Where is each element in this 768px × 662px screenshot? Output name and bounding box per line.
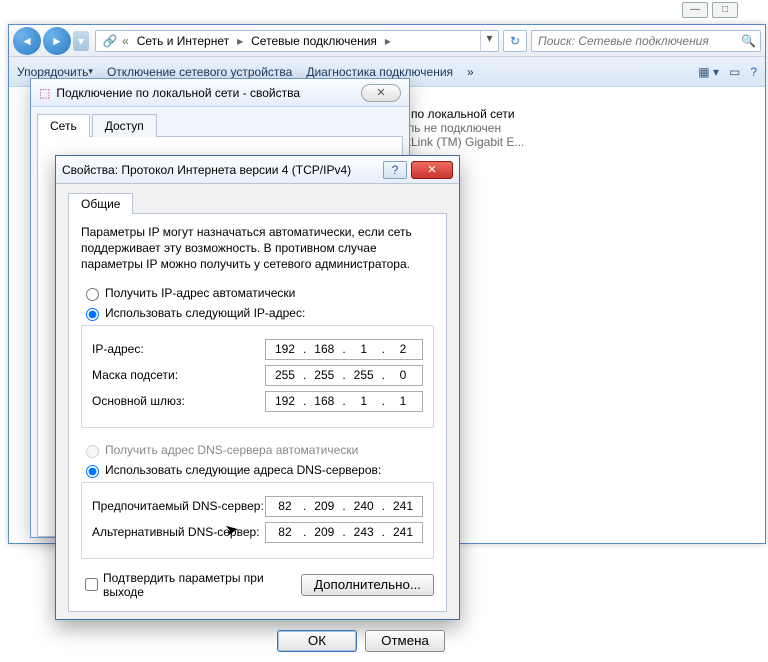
ip-b[interactable] [307, 341, 341, 357]
crumb-1[interactable]: Сеть и Интернет [131, 34, 235, 48]
gw-b[interactable] [307, 393, 341, 409]
crumb-sep-icon: « [120, 34, 131, 48]
connection-name: е по локальной сети [401, 107, 753, 121]
maximize-button[interactable]: □ [712, 2, 738, 18]
gw-d[interactable] [386, 393, 420, 409]
label-dns2: Альтернативный DNS-сервер: [92, 525, 265, 539]
gw-a[interactable] [268, 393, 302, 409]
diagnostics-button[interactable]: Диагностика подключения [306, 65, 453, 79]
properties-icon: ⬚ [39, 86, 50, 100]
breadcrumb-dropdown-icon[interactable]: ▾ [480, 31, 498, 51]
label-gateway: Основной шлюз: [92, 394, 265, 408]
ip-address-field[interactable]: . . . [265, 339, 423, 360]
view-icons-button[interactable]: ▦ ▾ [698, 65, 719, 79]
tab-network[interactable]: Сеть [37, 114, 90, 137]
ipv4-properties-dialog: Свойства: Протокол Интернета версии 4 (T… [55, 155, 460, 620]
help-button[interactable]: ? [750, 65, 757, 79]
radio-dns-auto-label: Получить адрес DNS-сервера автоматически [105, 443, 358, 457]
search-icon: 🔍 [741, 34, 756, 48]
disable-device-button[interactable]: Отключение сетевого устройства [107, 65, 292, 79]
mask-b[interactable] [307, 367, 341, 383]
refresh-button[interactable]: ↻ [503, 30, 527, 52]
ok-button[interactable]: ОК [277, 630, 357, 652]
radio-ip-auto[interactable] [86, 288, 99, 301]
connection-item[interactable]: е по локальной сети ель не подключен etL… [401, 103, 753, 153]
ip-c[interactable] [347, 341, 381, 357]
search-box[interactable]: 🔍 [531, 30, 761, 52]
search-input[interactable] [536, 33, 741, 49]
dns1-b[interactable] [307, 498, 341, 514]
validate-label: Подтвердить параметры при выходе [103, 571, 301, 599]
dns2-c[interactable] [347, 524, 381, 540]
nav-back-button[interactable]: ◄ [13, 27, 41, 55]
dns1-d[interactable] [386, 498, 420, 514]
chevron-right-icon: ▸ [383, 34, 393, 48]
mask-c[interactable] [347, 367, 381, 383]
connection-status: ель не подключен [401, 121, 753, 135]
subnet-mask-field[interactable]: . . . [265, 365, 423, 386]
radio-ip-manual-label: Использовать следующий IP-адрес: [105, 306, 305, 320]
help-button[interactable]: ? [383, 161, 407, 179]
tab-general[interactable]: Общие [68, 193, 133, 214]
label-mask: Маска подсети: [92, 368, 265, 382]
dns2-b[interactable] [307, 524, 341, 540]
ip-d[interactable] [386, 341, 420, 357]
tab-access[interactable]: Доступ [92, 114, 157, 137]
gateway-field[interactable]: . . . [265, 391, 423, 412]
breadcrumb[interactable]: 🔗 « Сеть и Интернет ▸ Сетевые подключени… [95, 30, 499, 52]
dns2-a[interactable] [268, 524, 302, 540]
preferred-dns-field[interactable]: . . . [265, 496, 423, 517]
network-icon: 🔗 [100, 34, 120, 48]
dns1-a[interactable] [268, 498, 302, 514]
dialog-title: Свойства: Протокол Интернета версии 4 (T… [62, 163, 383, 177]
connection-device: etLink (TM) Gigabit E... [401, 135, 753, 149]
preview-pane-button[interactable]: ▭ [729, 65, 740, 79]
label-ip: IP-адрес: [92, 342, 265, 356]
ip-description: Параметры IP могут назначаться автоматич… [81, 224, 434, 273]
toolbar-overflow[interactable]: » [467, 65, 474, 79]
radio-dns-manual[interactable] [86, 465, 99, 478]
organize-menu[interactable]: Упорядочить [17, 65, 93, 79]
close-button[interactable]: ✕ [411, 161, 453, 179]
crumb-2[interactable]: Сетевые подключения [245, 34, 383, 48]
properties-title: Подключение по локальной сети - свойства [56, 86, 300, 100]
radio-dns-auto [86, 445, 99, 458]
mask-a[interactable] [268, 367, 302, 383]
label-dns1: Предпочитаемый DNS-сервер: [92, 499, 265, 513]
address-bar: ◄ ► ▾ 🔗 « Сеть и Интернет ▸ Сетевые подк… [9, 25, 765, 57]
radio-ip-auto-label: Получить IP-адрес автоматически [105, 286, 295, 300]
nav-forward-button[interactable]: ► [43, 27, 71, 55]
radio-ip-manual[interactable] [86, 308, 99, 321]
ip-a[interactable] [268, 341, 302, 357]
radio-dns-manual-label: Использовать следующие адреса DNS-сервер… [105, 463, 381, 477]
gw-c[interactable] [347, 393, 381, 409]
dns2-d[interactable] [386, 524, 420, 540]
dns1-c[interactable] [347, 498, 381, 514]
validate-checkbox[interactable] [85, 578, 98, 591]
mask-d[interactable] [386, 367, 420, 383]
chevron-right-icon: ▸ [235, 34, 245, 48]
ip-group: IP-адрес: . . . Маска подсети: . . . [81, 325, 434, 428]
alternate-dns-field[interactable]: . . . [265, 522, 423, 543]
nav-recent-button[interactable]: ▾ [73, 31, 89, 51]
close-button[interactable]: ✕ [361, 84, 401, 102]
dns-group: Предпочитаемый DNS-сервер: . . . Альтерн… [81, 482, 434, 559]
minimize-button[interactable]: — [682, 2, 708, 18]
advanced-button[interactable]: Дополнительно... [301, 574, 434, 596]
cancel-button[interactable]: Отмена [365, 630, 445, 652]
